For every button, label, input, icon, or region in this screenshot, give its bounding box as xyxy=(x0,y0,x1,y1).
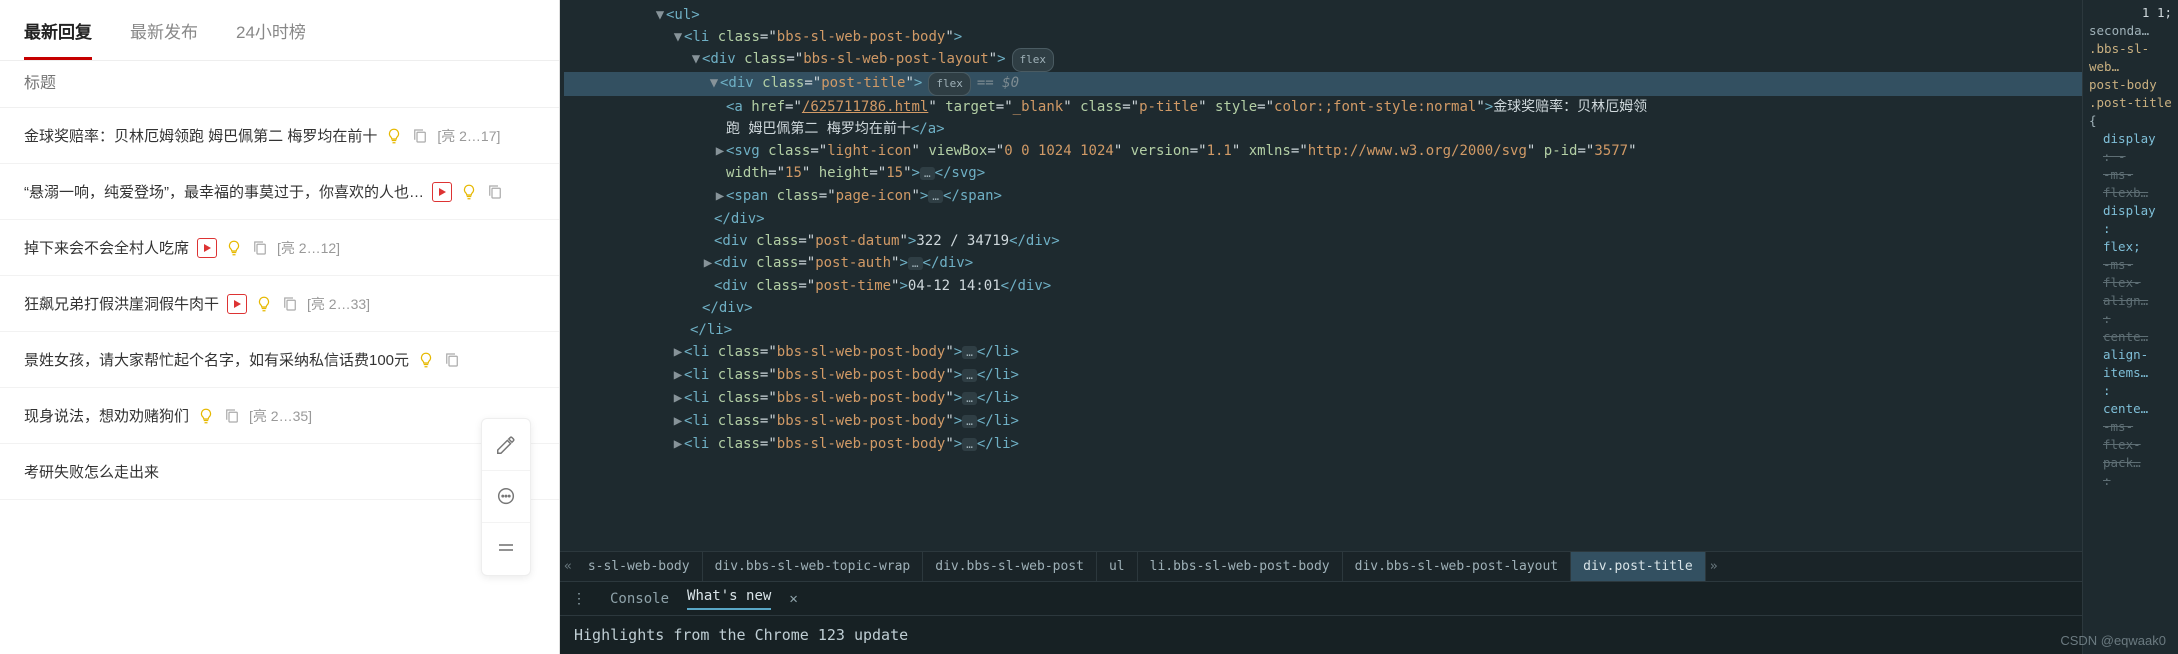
post-meta: [亮 2…35] xyxy=(249,406,312,426)
list-item[interactable]: 狂飙兄弟打假洪崖洞假牛肉干 [亮 2…33] xyxy=(0,276,559,332)
devtools: ▼<ul> ▼<li class="bbs-sl-web-post-body">… xyxy=(560,0,2178,654)
list-item[interactable]: 掉下来会不会全村人吃席 [亮 2…12] xyxy=(0,220,559,276)
post-title: 狂飙兄弟打假洪崖洞假牛肉干 xyxy=(24,293,219,314)
drawer-headline: Highlights from the Chrome 123 update xyxy=(560,616,2082,654)
list-item[interactable]: 现身说法，想劝劝赌狗们 [亮 2…35] xyxy=(0,388,559,444)
drawer-tab-console[interactable]: Console xyxy=(610,591,669,607)
forum-panel: 最新回复 最新发布 24小时榜 金球奖赔率：贝林厄姆领跑 姆巴佩第二 梅罗均在前… xyxy=(0,0,560,654)
crumb-scroll-left[interactable]: « xyxy=(560,559,576,574)
list-item[interactable]: “悬溺一响，纯爱登场”，最幸福的事莫过于，你喜欢的人也… xyxy=(0,164,559,220)
styles-pane[interactable]: 1 1; seconda… .bbs-sl-web… post-body .po… xyxy=(2082,0,2178,654)
drawer-menu-icon[interactable]: ⋮ xyxy=(572,591,586,607)
crumb-item[interactable]: s-sl-web-body xyxy=(576,552,703,582)
close-icon[interactable]: ✕ xyxy=(789,591,797,607)
title-search-row xyxy=(0,61,559,108)
post-title: 现身说法，想劝劝赌狗们 xyxy=(24,405,189,426)
post-filter-tabs: 最新回复 最新发布 24小时榜 xyxy=(0,0,559,61)
tab-latest-publish[interactable]: 最新发布 xyxy=(130,18,198,60)
crumb-item[interactable]: div.bbs-sl-web-post xyxy=(923,552,1097,582)
crumb-item[interactable]: div.bbs-sl-web-post-layout xyxy=(1343,552,1572,582)
post-title: 考研失败怎么走出来 xyxy=(24,461,159,482)
crumb-scroll-right[interactable]: » xyxy=(1706,559,1722,574)
list-item[interactable]: 金球奖赔率：贝林厄姆领跑 姆巴佩第二 梅罗均在前十 [亮 2…17] xyxy=(0,108,559,164)
crumb-item[interactable]: ul xyxy=(1097,552,1138,582)
dom-tree[interactable]: ▼<ul> ▼<li class="bbs-sl-web-post-body">… xyxy=(560,0,2082,551)
post-title: 掉下来会不会全村人吃席 xyxy=(24,237,189,258)
tab-24h-rank[interactable]: 24小时榜 xyxy=(236,18,306,60)
compose-button[interactable] xyxy=(482,419,530,471)
post-title: 金球奖赔率：贝林厄姆领跑 姆巴佩第二 梅罗均在前十 xyxy=(24,125,377,146)
post-title: “悬溺一响，纯爱登场”，最幸福的事莫过于，你喜欢的人也… xyxy=(24,181,424,202)
title-search-input[interactable] xyxy=(24,75,535,93)
post-meta: [亮 2…33] xyxy=(307,294,370,314)
post-list: 金球奖赔率：贝林厄姆领跑 姆巴佩第二 梅罗均在前十 [亮 2…17] “悬溺一响，纯… xyxy=(0,108,559,500)
breadcrumb[interactable]: « s-sl-web-body div.bbs-sl-web-topic-wra… xyxy=(560,551,2082,581)
comment-button[interactable] xyxy=(482,471,530,523)
list-item[interactable]: 考研失败怎么走出来 xyxy=(0,444,559,500)
crumb-item[interactable]: li.bbs-sl-web-post-body xyxy=(1138,552,1343,582)
post-meta: [亮 2…17] xyxy=(437,126,500,146)
drawer-tab-whats-new[interactable]: What's new xyxy=(687,588,771,610)
floating-toolbar xyxy=(481,418,531,576)
list-item[interactable]: 景姓女孩，请大家帮忙起个名字，如有采纳私信话费100元 xyxy=(0,332,559,388)
tab-latest-reply[interactable]: 最新回复 xyxy=(24,18,92,60)
more-button[interactable] xyxy=(482,523,530,575)
watermark: CSDN @eqwaak0 xyxy=(2060,633,2166,648)
post-meta: [亮 2…12] xyxy=(277,238,340,258)
crumb-item-selected[interactable]: div.post-title xyxy=(1571,552,1706,582)
devtools-drawer: ⋮ Console What's new ✕ Highlights from t… xyxy=(560,581,2082,654)
crumb-item[interactable]: div.bbs-sl-web-topic-wrap xyxy=(703,552,924,582)
post-title: 景姓女孩，请大家帮忙起个名字，如有采纳私信话费100元 xyxy=(24,349,409,370)
elements-pane: ▼<ul> ▼<li class="bbs-sl-web-post-body">… xyxy=(560,0,2082,654)
